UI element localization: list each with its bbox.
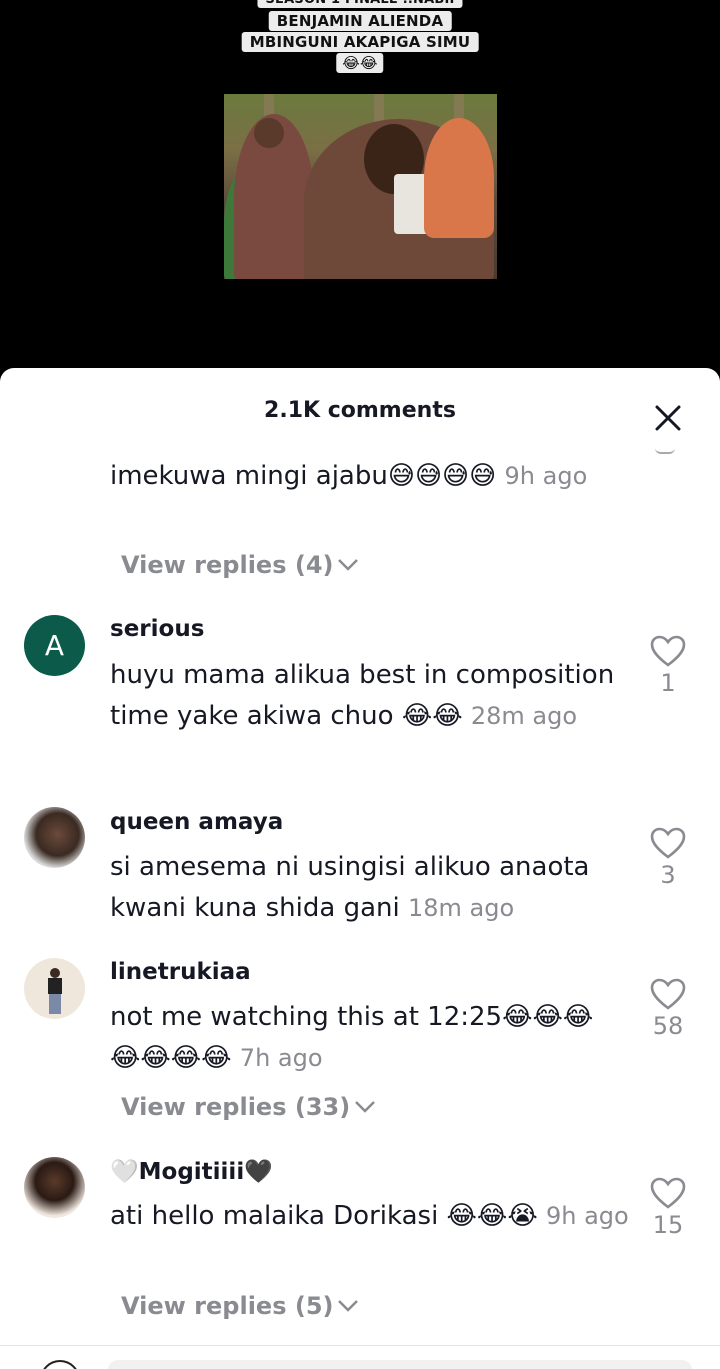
heart-icon [650, 635, 686, 667]
comment-username[interactable]: linetrukiaa [110, 959, 251, 985]
avatar[interactable]: A [24, 615, 85, 676]
comment-text: si amesema ni usingisi alikuo anaota kwa… [110, 852, 590, 923]
avatar [40, 1360, 80, 1369]
like-button[interactable]: 58 [648, 978, 688, 1040]
comment-username[interactable]: serious [110, 616, 204, 642]
comment-body: huyu mama alikua best in composition tim… [110, 655, 630, 737]
video-caption-line: MBINGUNI AKAPIGA SIMU [241, 32, 479, 52]
like-count: 58 [652, 1012, 684, 1040]
comment-input[interactable] [108, 1360, 692, 1369]
video-caption-line: BENJAMIN ALIENDA [268, 11, 452, 31]
comment-input-bar [0, 1345, 720, 1369]
comment-time: 9h ago [545, 1202, 629, 1230]
comment-time: 9h ago [504, 462, 588, 490]
like-count: 15 [652, 1211, 684, 1239]
video-thumbnail [224, 94, 497, 279]
comment-body: si amesema ni usingisi alikuo anaota kwa… [110, 847, 630, 929]
view-replies-label: View replies (4) [121, 551, 334, 579]
comment-body: not me watching this at 12:25😂😂😂😂😂😂😂 7h … [110, 997, 620, 1079]
close-icon[interactable] [648, 398, 688, 438]
comment-text: imekuwa mingi ajabu😅😅😅😅 [110, 461, 497, 491]
heart-icon [650, 1177, 686, 1209]
heart-icon [650, 827, 686, 859]
heart-icon [650, 978, 686, 1010]
comment-body: ati hello malaika Dorikasi 😂😂😭 9h ago [110, 1196, 630, 1237]
like-icon[interactable] [655, 448, 675, 454]
comment-text: ati hello malaika Dorikasi 😂😂😭 [110, 1201, 538, 1231]
video-caption-line: 😂😂 [336, 53, 384, 73]
avatar[interactable] [24, 958, 85, 1019]
comment-time: 18m ago [408, 894, 515, 922]
view-replies-label: View replies (33) [121, 1093, 351, 1121]
chevron-down-icon [338, 559, 359, 571]
comments-count-title: 2.1K comments [264, 398, 456, 423]
view-replies-button[interactable]: View replies (33) [121, 1093, 376, 1121]
view-replies-button[interactable]: View replies (5) [121, 1292, 359, 1320]
comment-text: not me watching this at 12:25😂😂😂😂😂😂😂 [110, 1002, 594, 1073]
view-replies-button[interactable]: View replies (4) [121, 551, 359, 579]
video-area[interactable]: SEASON 1 FINALE ..NABII BENJAMIN ALIENDA… [0, 0, 720, 380]
view-replies-label: View replies (5) [121, 1292, 334, 1320]
comment-username[interactable]: 🤍Mogitiiii🖤 [110, 1158, 273, 1185]
avatar-letter: A [44, 629, 65, 662]
comment-body: imekuwa mingi ajabu😅😅😅😅 9h ago [110, 456, 630, 497]
like-button[interactable]: 15 [648, 1177, 688, 1239]
like-count: 1 [660, 669, 676, 697]
chevron-down-icon [355, 1101, 376, 1113]
like-button[interactable]: 1 [648, 635, 688, 697]
video-caption-line: SEASON 1 FINALE ..NABII [257, 0, 463, 8]
comments-sheet: 2.1K comments imekuwa mingi ajabu😅😅😅😅 9h… [0, 368, 720, 1369]
like-button[interactable]: 3 [648, 827, 688, 889]
chevron-down-icon [338, 1300, 359, 1312]
comment-time: 7h ago [239, 1044, 323, 1072]
comment-time: 28m ago [470, 702, 578, 730]
avatar[interactable] [24, 807, 85, 868]
avatar[interactable] [24, 1157, 85, 1218]
like-count: 3 [660, 861, 676, 889]
comment-username[interactable]: queen amaya [110, 809, 283, 835]
